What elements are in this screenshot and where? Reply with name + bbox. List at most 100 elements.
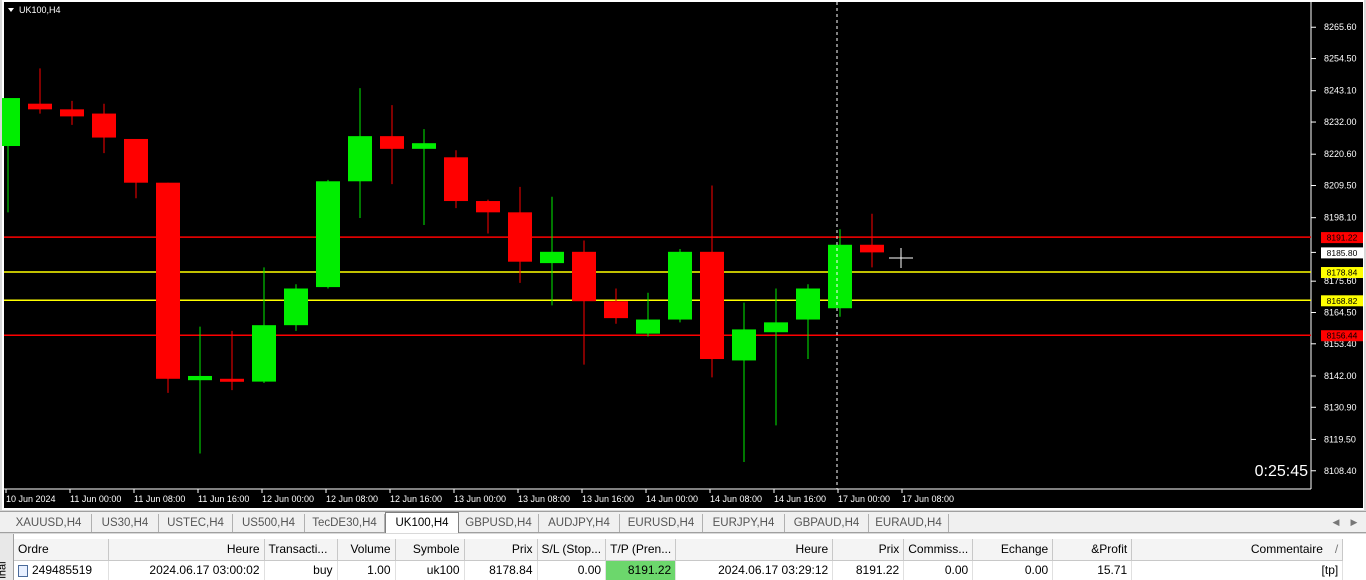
time-tick-label: 12 Jun 16:00 xyxy=(390,494,442,504)
chart-symbol-label: UK100,H4 xyxy=(19,5,61,15)
time-tick-label: 17 Jun 00:00 xyxy=(838,494,890,504)
price-tick-label: 8198.10 xyxy=(1324,213,1357,223)
candle-body xyxy=(220,378,244,382)
time-tick-label: 12 Jun 08:00 xyxy=(326,494,378,504)
candle-body xyxy=(508,212,532,262)
chart-tab[interactable]: EURUSD,H4 xyxy=(620,514,703,532)
time-tick-label: 11 Jun 00:00 xyxy=(70,494,121,504)
col-header-volume[interactable]: Volume xyxy=(337,539,396,561)
chart-tab[interactable]: EURAUD,H4 xyxy=(869,514,949,532)
price-tick-label: 8130.90 xyxy=(1324,402,1357,412)
col-header-take-profit[interactable]: T/P (Pren... xyxy=(605,539,677,561)
candle-body xyxy=(60,109,84,117)
price-chart[interactable]: 8265.60 8254.50 8243.10 8232.00 8220.60 8209.… xyxy=(2,0,1364,510)
table-row[interactable]: 249485519 2024.06.17 03:00:02 buy 1.00 u… xyxy=(14,560,1344,580)
time-tick-label: 11 Jun 08:00 xyxy=(134,494,185,504)
candle-body xyxy=(252,325,276,382)
time-tick-label: 13 Jun 16:00 xyxy=(582,494,634,504)
terminal-panel: ✕ inal Ordre Heure Transacti... Volume S… xyxy=(0,534,1366,580)
candle-body xyxy=(540,251,564,264)
chart-tab-bar: XAUUSD,H4 US30,H4 USTEC,H4 US500,H4 TecDE30,… xyxy=(0,511,1366,533)
cell-prix-close: 8191.22 xyxy=(832,560,905,580)
chart-window[interactable]: 8265.60 8254.50 8243.10 8232.00 8220.60 8209.… xyxy=(2,0,1364,510)
table-header-row: Ordre Heure Transacti... Volume Symbole … xyxy=(14,539,1344,561)
time-tick-label: 13 Jun 08:00 xyxy=(518,494,570,504)
price-tick-label: 8142.00 xyxy=(1324,371,1357,381)
candle-body xyxy=(700,251,724,360)
cell-heure-open: 2024.06.17 03:00:02 xyxy=(108,560,265,580)
candle-body xyxy=(316,181,340,288)
level-price-label: 8168.82 xyxy=(1327,296,1358,306)
cell-ordre: 249485519 xyxy=(14,560,109,580)
cell-profit: 15.71 xyxy=(1052,560,1133,580)
col-header-prix[interactable]: Prix xyxy=(464,539,538,561)
chart-tab[interactable]: US500,H4 xyxy=(233,514,305,532)
price-tick-label: 8209.50 xyxy=(1324,181,1357,191)
col-header-commission[interactable]: Commiss... xyxy=(903,539,974,561)
candle xyxy=(316,179,340,289)
candle-body xyxy=(124,138,148,183)
col-header-echange[interactable]: Echange xyxy=(972,539,1054,561)
time-tick-label: 17 Jun 08:00 xyxy=(902,494,954,504)
cell-echange: 0.00 xyxy=(972,560,1054,580)
col-header-stop-loss[interactable]: S/L (Stop... xyxy=(537,539,607,561)
tab-scroll-right-icon[interactable]: ▶ xyxy=(1348,514,1360,530)
candle-body xyxy=(188,375,212,381)
chart-tab[interactable]: US30,H4 xyxy=(92,514,159,532)
candle-body xyxy=(668,251,692,320)
candle xyxy=(284,284,308,331)
col-header-ordre[interactable]: Ordre xyxy=(14,539,109,561)
order-icon xyxy=(18,565,28,578)
price-tick-label: 8119.50 xyxy=(1324,434,1356,444)
chart-tab[interactable]: GBPUSD,H4 xyxy=(459,514,539,532)
candle-body xyxy=(92,113,116,138)
candle-body xyxy=(380,136,404,149)
price-tick-label: 8232.00 xyxy=(1324,117,1357,127)
col-header-heure[interactable]: Heure xyxy=(108,539,265,561)
col-header-profit[interactable]: &Profit xyxy=(1052,539,1133,561)
col-header-prix-close[interactable]: Prix xyxy=(832,539,905,561)
price-tick-label: 8254.50 xyxy=(1324,54,1357,64)
chart-tab[interactable]: GBPAUD,H4 xyxy=(785,514,869,532)
candle-body xyxy=(476,201,500,213)
chart-tab[interactable]: AUDJPY,H4 xyxy=(539,514,620,532)
col-header-commentaire[interactable]: Commentaire / xyxy=(1131,539,1344,561)
candle-body xyxy=(2,98,20,147)
col-header-commentaire-label: Commentaire xyxy=(1250,542,1323,557)
cell-transaction: buy xyxy=(264,560,338,580)
price-tick-label: 8220.60 xyxy=(1324,149,1357,159)
candle-body xyxy=(412,143,436,149)
cell-heure-close: 2024.06.17 03:29:12 xyxy=(675,560,834,580)
price-tick-label: 8108.40 xyxy=(1324,466,1357,476)
col-header-symbole[interactable]: Symbole xyxy=(395,539,465,561)
time-tick-label: 14 Jun 16:00 xyxy=(774,494,826,504)
level-price-label: 8191.22 xyxy=(1327,233,1358,243)
candle-body xyxy=(860,244,884,253)
chart-tab[interactable]: XAUUSD,H4 xyxy=(6,514,92,532)
cell-symbole: uk100 xyxy=(395,560,465,580)
tab-scroll-left-icon[interactable]: ◀ xyxy=(1330,514,1342,530)
chart-tab[interactable]: UK100,H4 xyxy=(385,512,459,533)
candle-timer: 0:25:45 xyxy=(1255,463,1308,480)
col-header-transaction[interactable]: Transacti... xyxy=(264,539,338,561)
candle-body xyxy=(156,182,180,379)
candle xyxy=(156,182,180,393)
col-header-heure-close[interactable]: Heure xyxy=(675,539,834,561)
price-tick-label: 8164.50 xyxy=(1324,307,1357,317)
chart-tab[interactable]: TecDE30,H4 xyxy=(305,514,385,532)
candle-body xyxy=(348,136,372,182)
chart-tab[interactable]: EURJPY,H4 xyxy=(703,514,785,532)
order-number: 249485519 xyxy=(32,563,93,578)
candle-body xyxy=(764,322,788,333)
cell-take-profit: 8191.22 xyxy=(605,560,677,580)
cell-stop-loss: 0.00 xyxy=(537,560,607,580)
candle-body xyxy=(636,319,660,334)
cell-volume: 1.00 xyxy=(337,560,396,580)
candle-body xyxy=(604,301,628,319)
current-price-label: 8185.80 xyxy=(1327,248,1358,258)
terminal-side-label: inal xyxy=(0,561,9,579)
level-price-label: 8178.84 xyxy=(1327,268,1358,278)
cell-commission: 0.00 xyxy=(903,560,974,580)
chart-tab[interactable]: USTEC,H4 xyxy=(159,514,233,532)
candle xyxy=(668,249,692,323)
